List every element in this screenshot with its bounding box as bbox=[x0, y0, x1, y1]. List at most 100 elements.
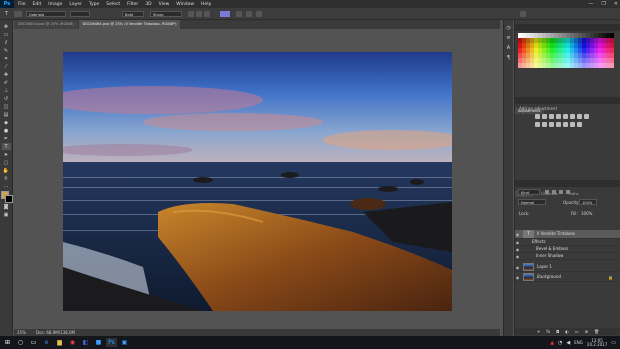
swatch[interactable] bbox=[546, 63, 550, 68]
invert-adjustment-icon[interactable] bbox=[556, 122, 561, 127]
swatch[interactable] bbox=[562, 38, 566, 43]
text-color-swatch[interactable] bbox=[220, 11, 230, 17]
swatch[interactable] bbox=[542, 63, 546, 68]
history-brush-tool-icon[interactable]: ↺ bbox=[2, 95, 11, 102]
swatch[interactable] bbox=[590, 43, 594, 48]
adjustment-filter-icon[interactable] bbox=[552, 190, 556, 194]
swatch[interactable] bbox=[562, 48, 566, 53]
visibility-eye-icon[interactable]: ◉ bbox=[515, 240, 520, 245]
swatch[interactable] bbox=[598, 58, 602, 63]
swatch[interactable] bbox=[534, 53, 538, 58]
swatch[interactable] bbox=[534, 43, 538, 48]
swatch[interactable] bbox=[562, 58, 566, 63]
swatch[interactable] bbox=[610, 33, 614, 38]
swatch[interactable] bbox=[582, 58, 586, 63]
type-tool-icon[interactable]: T bbox=[1, 143, 11, 150]
swatch[interactable] bbox=[534, 38, 538, 43]
selective-color-adjustment-icon[interactable] bbox=[577, 122, 582, 127]
swatch[interactable] bbox=[562, 53, 566, 58]
swatch[interactable] bbox=[542, 58, 546, 63]
swatch[interactable] bbox=[566, 38, 570, 43]
swatch[interactable] bbox=[574, 48, 578, 53]
pixel-filter-icon[interactable] bbox=[545, 190, 549, 194]
new-adjustment-icon[interactable]: ◐ bbox=[565, 329, 569, 334]
swatch[interactable] bbox=[530, 48, 534, 53]
input-language[interactable]: ENG bbox=[574, 340, 583, 345]
swatch[interactable] bbox=[570, 63, 574, 68]
menu-item-type[interactable]: Type bbox=[89, 2, 99, 7]
hand-tool-icon[interactable]: ✋ bbox=[2, 167, 11, 174]
swatch[interactable] bbox=[558, 63, 562, 68]
workspace-button[interactable] bbox=[520, 11, 526, 17]
properties-panel-icon[interactable]: ≡ bbox=[504, 34, 513, 41]
photoshop-taskbar-icon[interactable]: Ps bbox=[106, 338, 117, 347]
background-color-swatch[interactable] bbox=[4, 195, 13, 203]
clock[interactable]: 13:05 20.2.2017 bbox=[587, 338, 607, 347]
swatch[interactable] bbox=[586, 63, 590, 68]
swatch[interactable] bbox=[542, 43, 546, 48]
visibility-eye-icon[interactable]: ◉ bbox=[515, 247, 520, 252]
swatch[interactable] bbox=[586, 53, 590, 58]
windows-start-icon[interactable]: ⊞ bbox=[2, 338, 13, 347]
type-tool-icon[interactable]: T bbox=[2, 10, 11, 17]
swatch[interactable] bbox=[570, 48, 574, 53]
swatch[interactable] bbox=[526, 48, 530, 53]
black-white-adjustment-icon[interactable] bbox=[584, 114, 589, 119]
swatch[interactable] bbox=[578, 33, 582, 38]
swatch[interactable] bbox=[586, 43, 590, 48]
swatch[interactable] bbox=[554, 33, 558, 38]
add-mask-icon[interactable]: ◘ bbox=[556, 329, 559, 334]
swatch[interactable] bbox=[610, 53, 614, 58]
history-panel-icon[interactable]: ◷ bbox=[504, 24, 513, 31]
swatch[interactable] bbox=[518, 33, 522, 38]
swatch[interactable] bbox=[590, 63, 594, 68]
swatch[interactable] bbox=[546, 58, 550, 63]
swatch[interactable] bbox=[570, 53, 574, 58]
swatch[interactable] bbox=[534, 63, 538, 68]
anti-alias-select[interactable]: Sharp bbox=[150, 11, 182, 17]
swatch[interactable] bbox=[578, 53, 582, 58]
swatch[interactable] bbox=[538, 43, 542, 48]
swatch[interactable] bbox=[578, 58, 582, 63]
swatch[interactable] bbox=[598, 48, 602, 53]
swatch[interactable] bbox=[526, 33, 530, 38]
swatch[interactable] bbox=[606, 38, 610, 43]
swatch[interactable] bbox=[538, 38, 542, 43]
swatch[interactable] bbox=[582, 38, 586, 43]
3d-button[interactable] bbox=[256, 11, 262, 17]
menu-item-window[interactable]: Window bbox=[176, 2, 194, 7]
swatch[interactable] bbox=[550, 48, 554, 53]
link-layers-icon[interactable]: ⚭ bbox=[537, 329, 540, 334]
blur-tool-icon[interactable]: ◆ bbox=[2, 119, 11, 126]
swatch[interactable] bbox=[542, 48, 546, 53]
swatch[interactable] bbox=[606, 43, 610, 48]
swatch[interactable] bbox=[542, 53, 546, 58]
edge-icon[interactable]: e bbox=[41, 338, 52, 347]
swatch[interactable] bbox=[550, 38, 554, 43]
opacity-field[interactable]: 100% bbox=[579, 199, 597, 205]
move-tool-icon[interactable]: ✥ bbox=[2, 23, 11, 30]
zoom-tool-icon[interactable]: ⚲ bbox=[2, 175, 11, 182]
quick-select-tool-icon[interactable]: ✎ bbox=[2, 47, 11, 54]
vibrance-adjustment-icon[interactable] bbox=[563, 114, 568, 119]
swatch[interactable] bbox=[554, 43, 558, 48]
swatch[interactable] bbox=[526, 58, 530, 63]
swatch[interactable] bbox=[562, 33, 566, 38]
chrome-icon[interactable]: ◉ bbox=[67, 338, 78, 347]
swatch[interactable] bbox=[550, 63, 554, 68]
swatch[interactable] bbox=[594, 53, 598, 58]
swatch[interactable] bbox=[578, 63, 582, 68]
swatch[interactable] bbox=[530, 43, 534, 48]
posterize-adjustment-icon[interactable] bbox=[563, 122, 568, 127]
swatch[interactable] bbox=[586, 48, 590, 53]
swatch[interactable] bbox=[606, 58, 610, 63]
swatch[interactable] bbox=[530, 53, 534, 58]
minimize-button[interactable]: — bbox=[588, 1, 593, 7]
swatch[interactable] bbox=[590, 38, 594, 43]
swatch[interactable] bbox=[538, 33, 542, 38]
volume-icon[interactable]: ◀ bbox=[566, 340, 570, 346]
font-style-select[interactable] bbox=[70, 11, 90, 17]
swatch[interactable] bbox=[574, 63, 578, 68]
path-select-tool-icon[interactable]: ➤ bbox=[2, 151, 11, 158]
swatch[interactable] bbox=[590, 58, 594, 63]
